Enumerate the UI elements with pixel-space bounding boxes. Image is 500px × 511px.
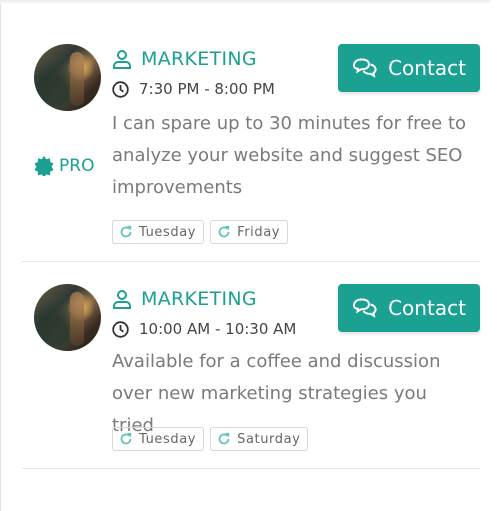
contact-label: Contact — [388, 296, 466, 320]
day-label: Saturday — [237, 431, 301, 447]
clock-icon — [112, 320, 129, 338]
day-tag: Tuesday — [112, 427, 205, 451]
repeat-icon — [119, 432, 133, 446]
day-tag: Saturday — [210, 427, 309, 451]
user-icon — [112, 289, 132, 309]
avatar[interactable] — [34, 284, 101, 351]
time-range: 10:00 AM - 10:30 AM — [139, 320, 297, 338]
repeat-icon — [217, 432, 231, 446]
day-label: Tuesday — [139, 431, 197, 447]
day-tags: Tuesday Saturday — [112, 427, 309, 451]
mentor-card: MARKETING 10:00 AM - 10:30 AM Available … — [22, 0, 480, 470]
card-divider — [22, 468, 480, 469]
chat-icon — [352, 297, 378, 319]
category-line: MARKETING — [112, 288, 257, 310]
contact-button[interactable]: Contact — [338, 284, 480, 332]
category-label: MARKETING — [141, 288, 257, 310]
left-border — [0, 0, 1, 511]
time-line: 10:00 AM - 10:30 AM — [112, 320, 296, 338]
